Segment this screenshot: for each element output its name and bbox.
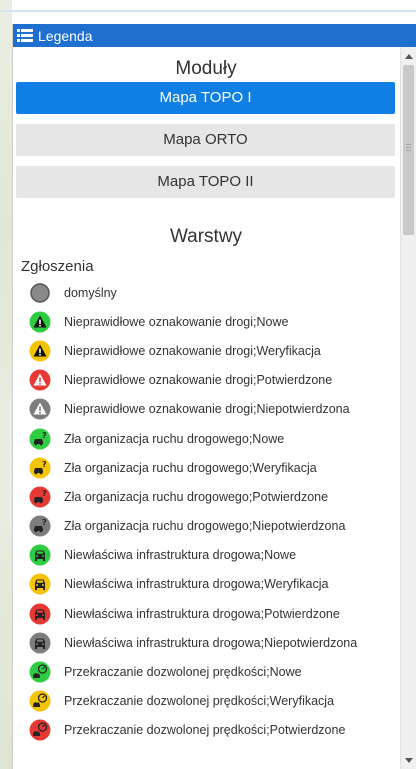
default-circle-icon xyxy=(29,282,51,304)
legend-item: ? Zła organizacja ruchu drogowego;Weryfik… xyxy=(13,453,399,482)
legend-header[interactable]: Legenda xyxy=(13,24,416,47)
car-front-icon xyxy=(29,573,51,595)
legend-item-label: Nieprawidłowe oznakowanie drogi;Nowe xyxy=(64,314,289,329)
legend-item-label: Zła organizacja ruchu drogowego;Potwierd… xyxy=(64,489,329,504)
map-top-border xyxy=(0,10,416,12)
warning-sign-icon xyxy=(29,369,51,391)
legend-item-label: Przekraczanie dozwolonej prędkości;Weryf… xyxy=(64,694,335,709)
layers-heading: Warstwy xyxy=(169,226,243,247)
car-question-icon: ? xyxy=(29,515,51,537)
svg-text:?: ? xyxy=(42,460,47,469)
list-icon xyxy=(17,29,33,42)
car-question-icon: ? xyxy=(29,486,51,508)
legend-item-label: Niewłaściwa infrastruktura drogowa;Niepo… xyxy=(64,635,358,650)
svg-text:?: ? xyxy=(42,489,47,498)
legend-item: Nieprawidłowe oznakowanie drogi;Nowe xyxy=(13,307,399,336)
legend-item: Nieprawidłowe oznakowanie drogi;Weryfika… xyxy=(13,336,399,365)
legend-item: ? Zła organizacja ruchu drogowego;Nowe xyxy=(13,424,399,453)
scrollbar[interactable] xyxy=(400,47,416,769)
warning-sign-icon xyxy=(29,398,51,420)
legend-item: Niewłaściwa infrastruktura drogowa;Nowe xyxy=(13,541,399,570)
modules-heading: Moduły xyxy=(175,58,237,79)
legend-item-label: Zła organizacja ruchu drogowego;Niepotwi… xyxy=(64,519,346,534)
car-question-icon: ? xyxy=(29,457,51,479)
car-question-icon: ? xyxy=(29,428,51,450)
svg-text:?: ? xyxy=(42,518,47,527)
legend-item-label: Nieprawidłowe oznakowanie drogi;Potwierd… xyxy=(64,373,333,388)
warning-sign-icon xyxy=(29,311,51,333)
legend-item: ? Zła organizacja ruchu drogowego;Niepotw… xyxy=(13,512,399,541)
warning-sign-icon xyxy=(29,340,51,362)
legend-item: Niewłaściwa infrastruktura drogowa;Potwi… xyxy=(13,599,399,628)
legend-item: Nieprawidłowe oznakowanie drogi;Niepotwi… xyxy=(13,395,399,424)
legend-item: ? Zła organizacja ruchu drogowego;Potwier… xyxy=(13,482,399,511)
speed-car-icon xyxy=(29,690,51,712)
module-buttons: Mapa TOPO I Mapa ORTO Mapa TOPO II xyxy=(13,82,399,198)
car-front-icon xyxy=(29,603,51,625)
car-front-icon xyxy=(29,632,51,654)
legend-body: Moduły Mapa TOPO I Mapa ORTO Mapa TOPO I… xyxy=(13,47,399,769)
module-button-orto[interactable]: Mapa ORTO xyxy=(16,124,395,156)
module-button-topo-2[interactable]: Mapa TOPO II xyxy=(16,166,395,198)
legend-item-label: domyślny xyxy=(64,285,117,300)
speed-car-icon xyxy=(29,719,51,741)
legend-item: Przekraczanie dozwolonej prędkości;Weryf… xyxy=(13,687,399,716)
svg-text:?: ? xyxy=(42,431,47,440)
legend-item-label: Niewłaściwa infrastruktura drogowa;Weryf… xyxy=(64,577,329,592)
legend-item: domyślny xyxy=(13,278,399,307)
legend-title: Legenda xyxy=(38,27,93,44)
legend-item-label: Nieprawidłowe oznakowanie drogi;Weryfika… xyxy=(64,343,321,358)
speed-car-icon xyxy=(29,661,51,683)
scroll-thumb[interactable] xyxy=(403,65,414,235)
legend-item-label: Zła organizacja ruchu drogowego;Nowe xyxy=(64,431,285,446)
module-button-topo-1[interactable]: Mapa TOPO I xyxy=(16,82,395,114)
legend-item-label: Niewłaściwa infrastruktura drogowa;Potwi… xyxy=(64,606,340,621)
car-front-icon xyxy=(29,544,51,566)
legend-item-label: Zła organizacja ruchu drogowego;Weryfika… xyxy=(64,460,317,475)
legend-item-label: Nieprawidłowe oznakowanie drogi;Niepotwi… xyxy=(64,402,350,417)
scroll-up-arrow-icon[interactable] xyxy=(401,49,416,63)
legend-item: Niewłaściwa infrastruktura drogowa;Niepo… xyxy=(13,628,399,657)
legend-item: Przekraczanie dozwolonej prędkości;Nowe xyxy=(13,657,399,686)
scroll-down-arrow-icon[interactable] xyxy=(401,753,416,767)
legend-item-label: Przekraczanie dozwolonej prędkości;Potwi… xyxy=(64,723,346,738)
legend-item-label: Niewłaściwa infrastruktura drogowa;Nowe xyxy=(64,548,297,563)
legend-item: Przekraczanie dozwolonej prędkości;Potwi… xyxy=(13,716,399,745)
layer-group-title: Zgłoszenia xyxy=(21,258,94,275)
legend-item: Niewłaściwa infrastruktura drogowa;Weryf… xyxy=(13,570,399,599)
legend-item-label: Przekraczanie dozwolonej prędkości;Nowe xyxy=(64,665,302,680)
legend-panel: Legenda Moduły Mapa TOPO I Mapa ORTO Map… xyxy=(12,24,416,769)
legend-item: Nieprawidłowe oznakowanie drogi;Potwierd… xyxy=(13,366,399,395)
map-background xyxy=(0,0,12,769)
legend-list: domyślny Nieprawidłowe oznakowanie drogi;… xyxy=(13,278,399,745)
